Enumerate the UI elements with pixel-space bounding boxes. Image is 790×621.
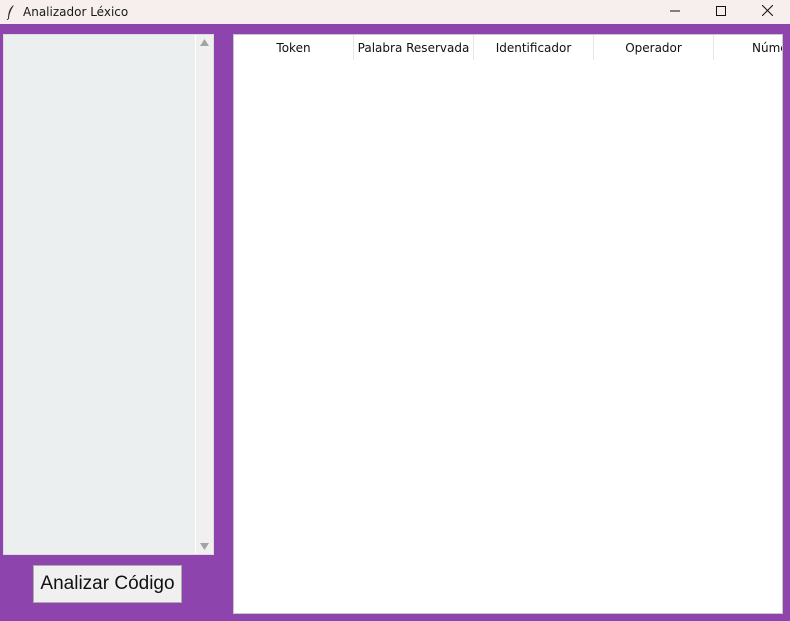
scroll-down-icon[interactable]	[200, 542, 209, 551]
window-title: Analizador Léxico	[23, 5, 129, 19]
analyze-code-button[interactable]: Analizar Código	[33, 565, 182, 603]
column-header-token[interactable]: Token	[234, 35, 354, 60]
maximize-icon	[716, 3, 726, 21]
maximize-button[interactable]	[698, 0, 744, 24]
code-editor-frame	[3, 34, 214, 555]
code-input[interactable]	[4, 35, 196, 554]
tokens-table: Token Palabra Reservada Identificador Op…	[233, 34, 783, 614]
table-header: Token Palabra Reservada Identificador Op…	[234, 35, 782, 60]
column-header-numero[interactable]: Núme	[714, 35, 782, 60]
close-icon	[761, 3, 773, 21]
minimize-icon	[670, 3, 680, 21]
feather-icon	[0, 0, 22, 24]
close-button[interactable]	[744, 0, 790, 24]
editor-scrollbar[interactable]	[196, 35, 213, 554]
minimize-button[interactable]	[652, 0, 698, 24]
window-controls	[652, 0, 790, 24]
column-header-identificador[interactable]: Identificador	[474, 35, 594, 60]
title-bar: Analizador Léxico	[0, 0, 790, 24]
column-header-palabra-reservada[interactable]: Palabra Reservada	[354, 35, 474, 60]
scroll-up-icon[interactable]	[200, 38, 209, 47]
column-header-operador[interactable]: Operador	[594, 35, 714, 60]
